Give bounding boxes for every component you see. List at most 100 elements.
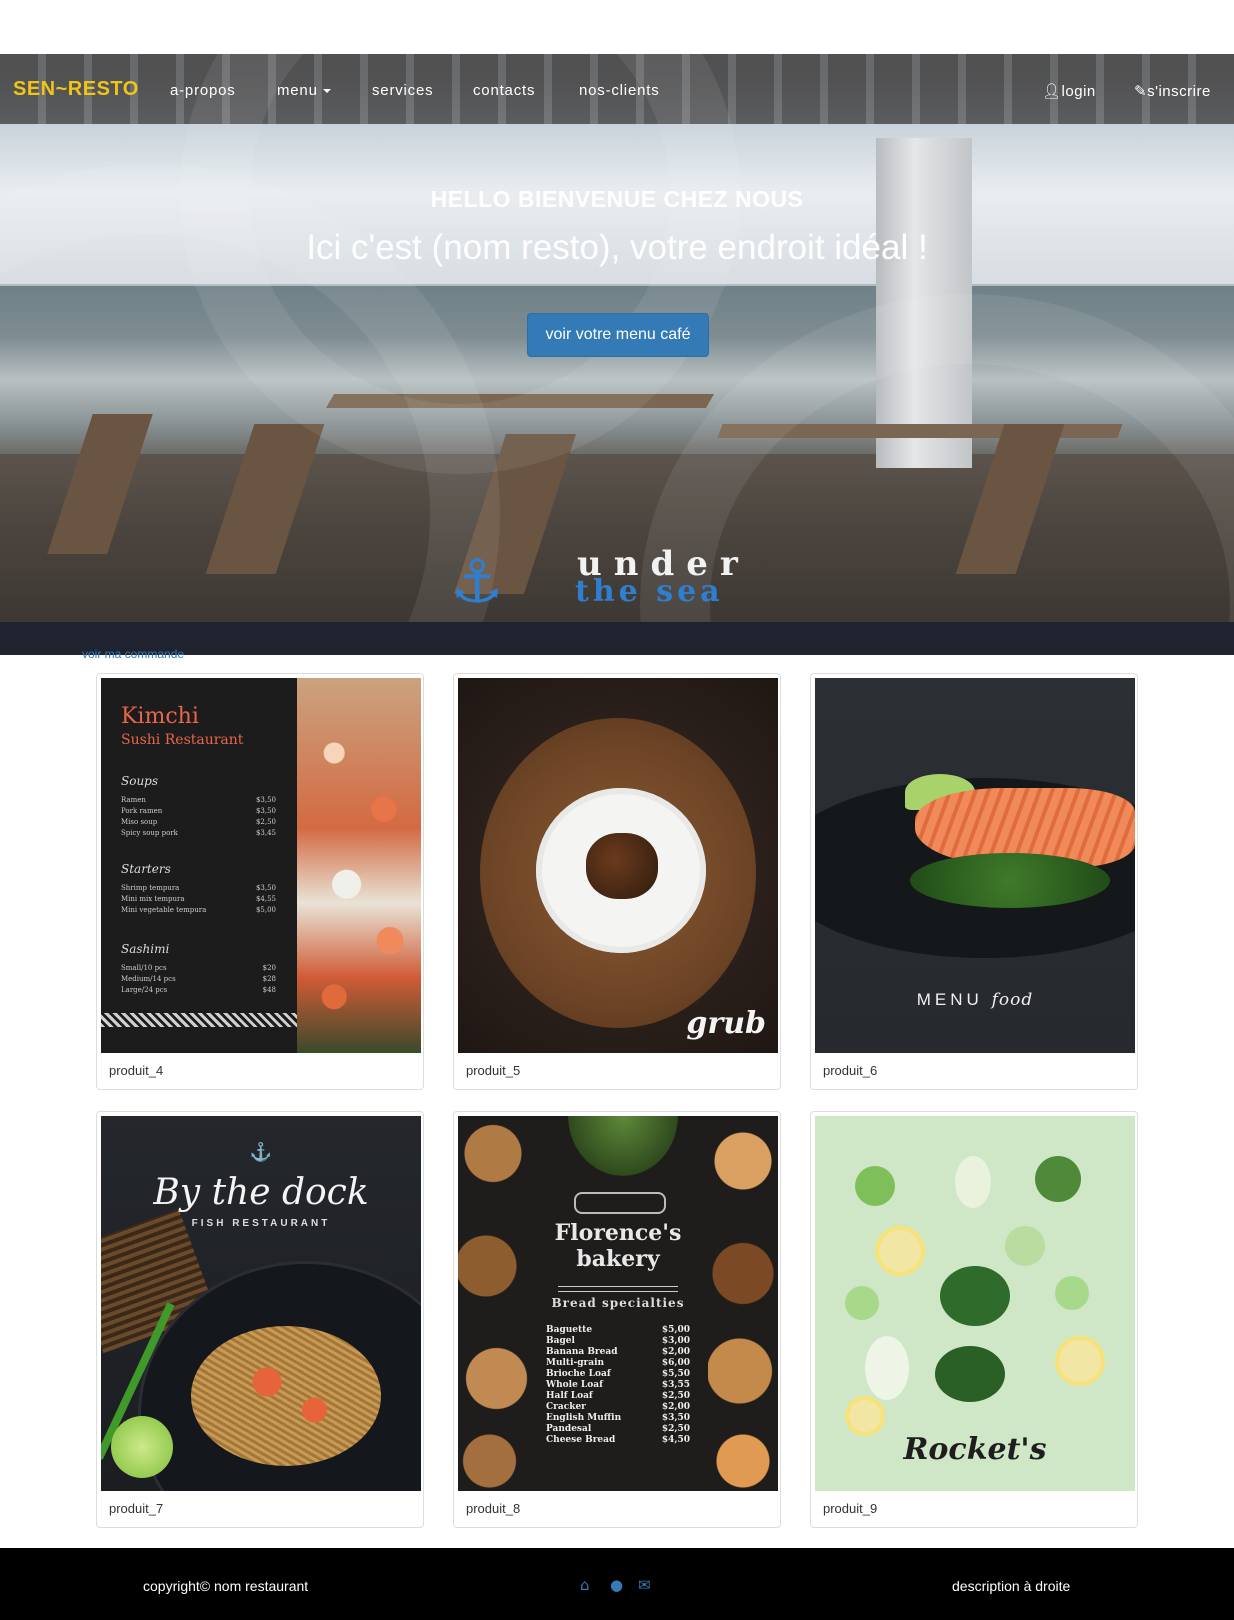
product-caption: produit_9 <box>823 1501 878 1516</box>
bakery-specialties: Bread specialties <box>551 1296 685 1310</box>
fern <box>568 1116 678 1176</box>
kimchi-title: Kimchi <box>121 704 199 729</box>
kimchi-item: Large/24 pcs $48 <box>121 986 276 994</box>
kimchi-item: Shrimp tempura $3,50 <box>121 884 276 892</box>
product-image-grub[interactable]: grub <box>458 678 778 1053</box>
logo-line2: the sea <box>575 574 724 609</box>
kimchi-item: Medium/14 pcs $28 <box>121 975 276 983</box>
nav-signup[interactable]: ✎s'inscrire <box>1134 82 1211 100</box>
vegetable <box>845 1286 879 1320</box>
dock-subtitle: FISH RESTAURANT <box>191 1218 331 1229</box>
product-image-bakery[interactable]: Florence's bakery Bread specialties Bague… <box>458 1116 778 1491</box>
noodles <box>191 1326 381 1466</box>
bakery-item: Brioche Loaf $5,50 <box>546 1369 690 1379</box>
rockets-title: Rocket's <box>903 1432 1047 1467</box>
vegetable <box>1005 1226 1045 1266</box>
food <box>586 833 658 899</box>
product-card[interactable]: Florence's bakery Bread specialties Bague… <box>453 1111 781 1528</box>
decorative-pattern <box>101 1013 297 1027</box>
product-image-rockets[interactable]: Rocket's <box>815 1116 1135 1491</box>
product-image-menu-food[interactable]: MENU food <box>815 678 1135 1053</box>
caret-down-icon <box>322 89 331 94</box>
under-the-sea-logo: ⚓ under the sea <box>450 544 830 624</box>
product-caption: produit_6 <box>823 1063 878 1078</box>
vegetable <box>955 1156 991 1208</box>
sushi-photo <box>297 678 421 1053</box>
kimchi-item: Miso soup $2,50 <box>121 818 276 826</box>
user-icon: 👤︎ <box>1042 83 1062 100</box>
product-card[interactable]: Kimchi Sushi Restaurant Soups Ramen $3,50… <box>96 673 424 1090</box>
bakery-item: Half Loaf $2,50 <box>546 1391 690 1401</box>
hero-title: HELLO BIENVENUE CHEZ NOUS <box>430 186 804 212</box>
bakery-item: Whole Loaf $3,55 <box>546 1380 690 1390</box>
bread-icon <box>574 1192 666 1214</box>
signup-label: s'inscrire <box>1147 83 1211 100</box>
product-caption: produit_4 <box>109 1063 164 1078</box>
vegetable <box>1035 1156 1081 1202</box>
hero-bottom-band <box>0 622 1234 655</box>
footer-description: description à droite <box>952 1578 1071 1594</box>
menu-food-label: MENU food <box>916 990 1034 1010</box>
hero-subtitle: Ici c'est (nom resto), votre endroit idé… <box>306 228 928 267</box>
product-card[interactable]: MENU food produit_6 <box>810 673 1138 1090</box>
vegetable <box>875 1226 925 1276</box>
login-label: login <box>1061 83 1096 100</box>
kimchi-section-title: Soups <box>121 774 159 788</box>
anchor-icon: ⚓ <box>249 1142 273 1162</box>
vegetable <box>1055 1336 1105 1386</box>
pencil-icon: ✎ <box>1134 83 1148 100</box>
bakery-item: Pandesal $2,50 <box>546 1424 690 1434</box>
home-icon[interactable]: ⌂ <box>580 1576 590 1594</box>
kimchi-item: Mini vegetable tempura $5,00 <box>121 906 276 914</box>
nav-services[interactable]: services <box>372 82 433 99</box>
vegetable <box>865 1336 909 1400</box>
bakery-item: English Muffin $3,50 <box>546 1413 690 1423</box>
product-card[interactable]: grub produit_5 <box>453 673 781 1090</box>
nav-nos-clients[interactable]: nos-clients <box>579 82 660 99</box>
view-menu-button[interactable]: voir votre menu café <box>527 313 709 357</box>
product-caption: produit_5 <box>466 1063 521 1078</box>
kimchi-section-title: Starters <box>121 862 171 876</box>
grub-label: grub <box>686 1006 766 1041</box>
kimchi-section-title: Sashimi <box>121 942 170 956</box>
kimchi-item: Mini mix tempura $4,55 <box>121 895 276 903</box>
vegetable <box>855 1166 895 1206</box>
footer: copyright© nom restaurant ⌂ ● ✉ descript… <box>0 1548 1234 1620</box>
greens <box>910 853 1110 908</box>
bakery-item: Multi-grain $6,00 <box>546 1358 690 1368</box>
footer-copyright: copyright© nom restaurant <box>143 1578 309 1594</box>
footer-icons: ⌂ ● ✉ <box>580 1576 660 1594</box>
lime <box>111 1416 173 1478</box>
nav-a-propos[interactable]: a-propos <box>170 82 236 99</box>
bakery-item: Cheese Bread $4,50 <box>546 1435 690 1445</box>
nav-login[interactable]: 👤︎login <box>1042 82 1096 100</box>
divider <box>558 1286 678 1292</box>
kimchi-item: Spicy soup pork $3,45 <box>121 829 276 837</box>
kimchi-item: Ramen $3,50 <box>121 796 276 804</box>
nav-menu-dropdown[interactable]: menu <box>277 82 331 99</box>
product-caption: produit_7 <box>109 1501 164 1516</box>
kimchi-item: Small/10 pcs $20 <box>121 964 276 972</box>
vegetable <box>1055 1276 1089 1310</box>
product-card[interactable]: ⚓ By the dock FISH RESTAURANT produit_7 <box>96 1111 424 1528</box>
vegetable <box>940 1266 1010 1326</box>
product-card[interactable]: Rocket's produit_9 <box>810 1111 1138 1528</box>
bakery-title: Florence's bakery <box>554 1220 682 1272</box>
product-image-by-the-dock[interactable]: ⚓ By the dock FISH RESTAURANT <box>101 1116 421 1491</box>
kimchi-subtitle: Sushi Restaurant <box>121 732 244 748</box>
bakery-item: Banana Bread $2,00 <box>546 1347 690 1357</box>
kimchi-item: Pork ramen $3,50 <box>121 807 276 815</box>
nav-contacts[interactable]: contacts <box>473 82 535 99</box>
envelope-icon[interactable]: ✉ <box>638 1576 651 1594</box>
vegetable <box>845 1396 885 1436</box>
dock-title: By the dock <box>153 1172 369 1213</box>
brand-logo[interactable]: SEN~RESTO <box>13 78 139 101</box>
user-icon[interactable]: ● <box>610 1576 623 1594</box>
product-image-kimchi-menu[interactable]: Kimchi Sushi Restaurant Soups Ramen $3,50… <box>101 678 421 1053</box>
view-order-link[interactable]: voir ma commande <box>82 647 184 661</box>
product-caption: produit_8 <box>466 1501 521 1516</box>
anchor-icon: ⚓ <box>450 547 504 617</box>
bakery-item: Baguette $5,00 <box>546 1325 690 1335</box>
vegetable <box>935 1346 1005 1402</box>
navbar: SEN~RESTO a-propos menu services contact… <box>0 70 1234 112</box>
